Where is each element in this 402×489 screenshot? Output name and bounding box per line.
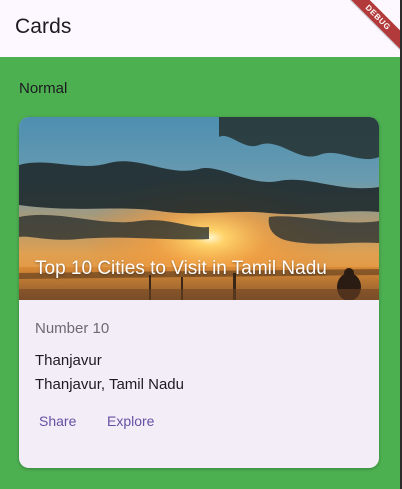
section-label: Normal bbox=[19, 80, 68, 97]
app-bar-title: Cards bbox=[15, 15, 72, 38]
share-button[interactable]: Share bbox=[39, 413, 76, 429]
card-image-title: Top 10 Cities to Visit in Tamil Nadu bbox=[35, 258, 327, 279]
city-card: Top 10 Cities to Visit in Tamil Nadu Num… bbox=[19, 117, 379, 468]
card-city-location: Thanjavur, Tamil Nadu bbox=[35, 376, 184, 393]
card-image: Top 10 Cities to Visit in Tamil Nadu bbox=[19, 117, 379, 300]
card-city-name: Thanjavur bbox=[35, 352, 102, 369]
explore-button[interactable]: Explore bbox=[107, 413, 154, 429]
card-subtitle: Number 10 bbox=[35, 320, 110, 337]
debug-banner-label: DEBUG bbox=[342, 0, 400, 54]
app-bar: Cards DEBUG bbox=[0, 0, 400, 57]
debug-banner: DEBUG bbox=[340, 0, 400, 60]
app-window: Cards DEBUG Normal Top 10 Cities to Visi… bbox=[0, 0, 402, 489]
content-area: Normal Top 10 Cities to Visit in Tamil N… bbox=[0, 57, 400, 489]
